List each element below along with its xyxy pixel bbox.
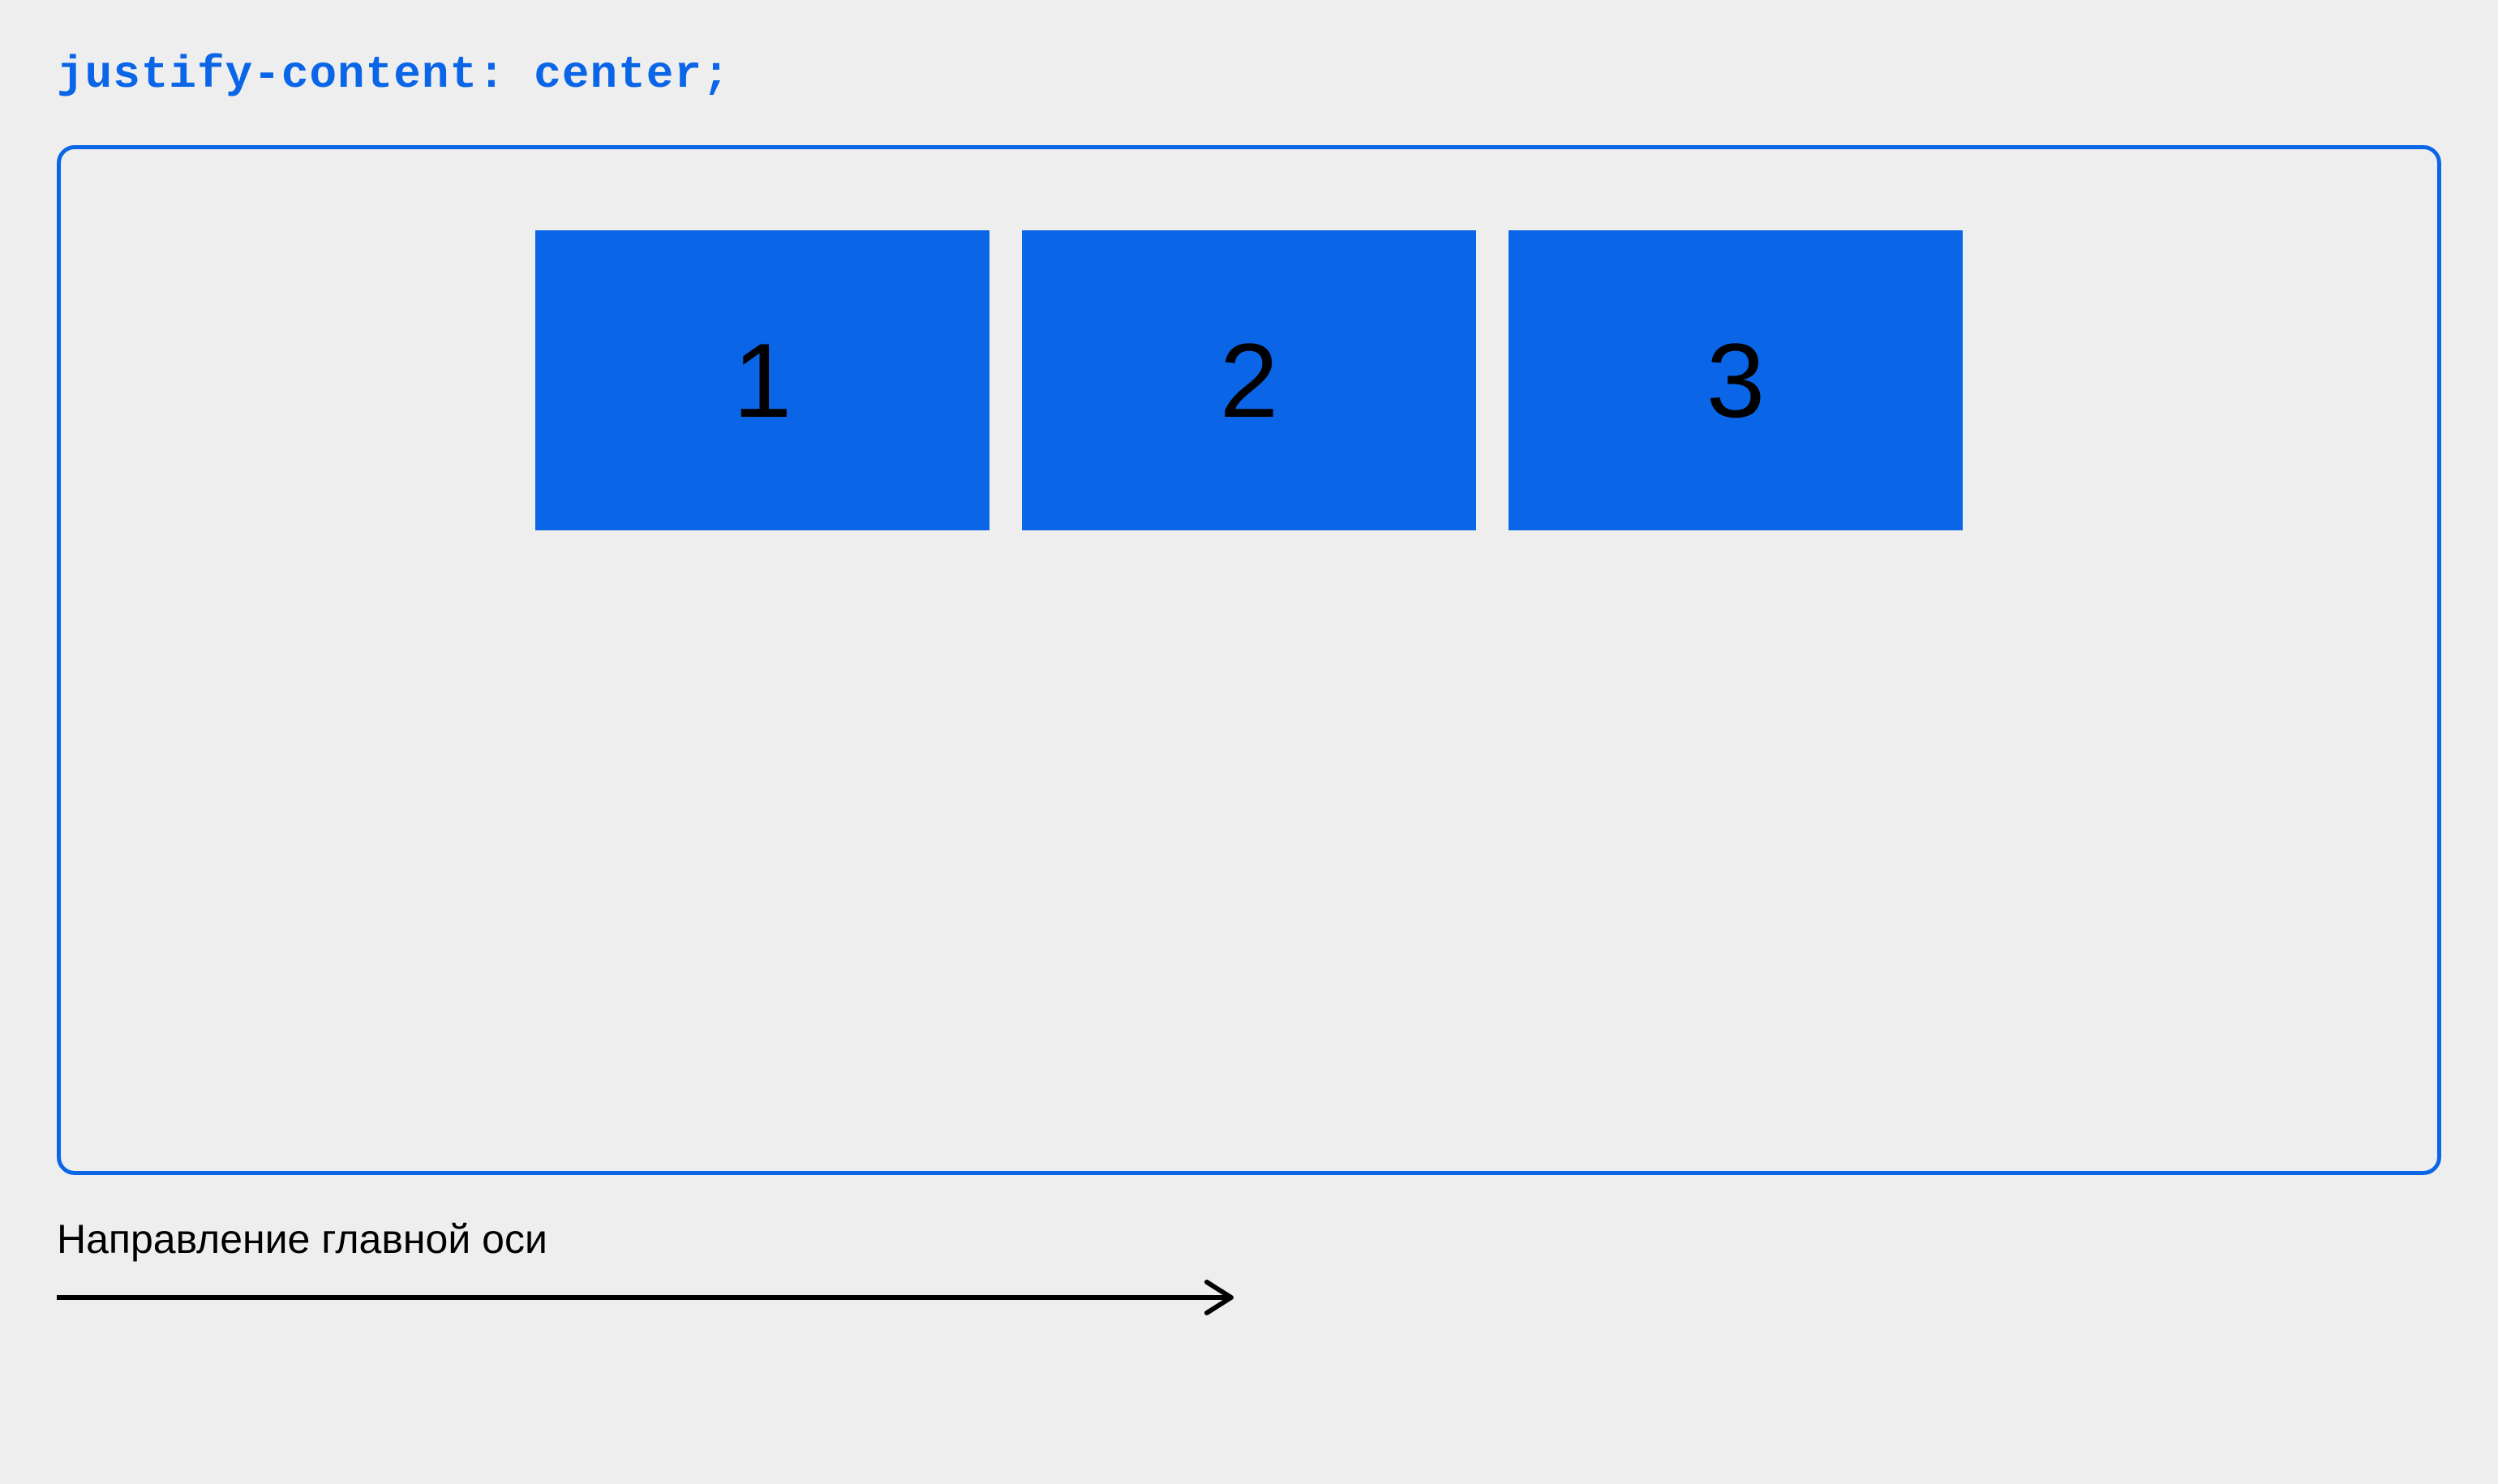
flex-item-1: 1	[535, 230, 989, 530]
code-title: justify-content: center;	[57, 49, 2441, 101]
flex-container: 1 2 3	[57, 145, 2441, 1175]
arrow-right-icon	[57, 1277, 1249, 1318]
axis-label: Направление главной оси	[57, 1216, 2441, 1263]
flex-item-3: 3	[1509, 230, 1963, 530]
flex-item-2: 2	[1022, 230, 1476, 530]
axis-direction: Направление главной оси	[57, 1216, 2441, 1318]
